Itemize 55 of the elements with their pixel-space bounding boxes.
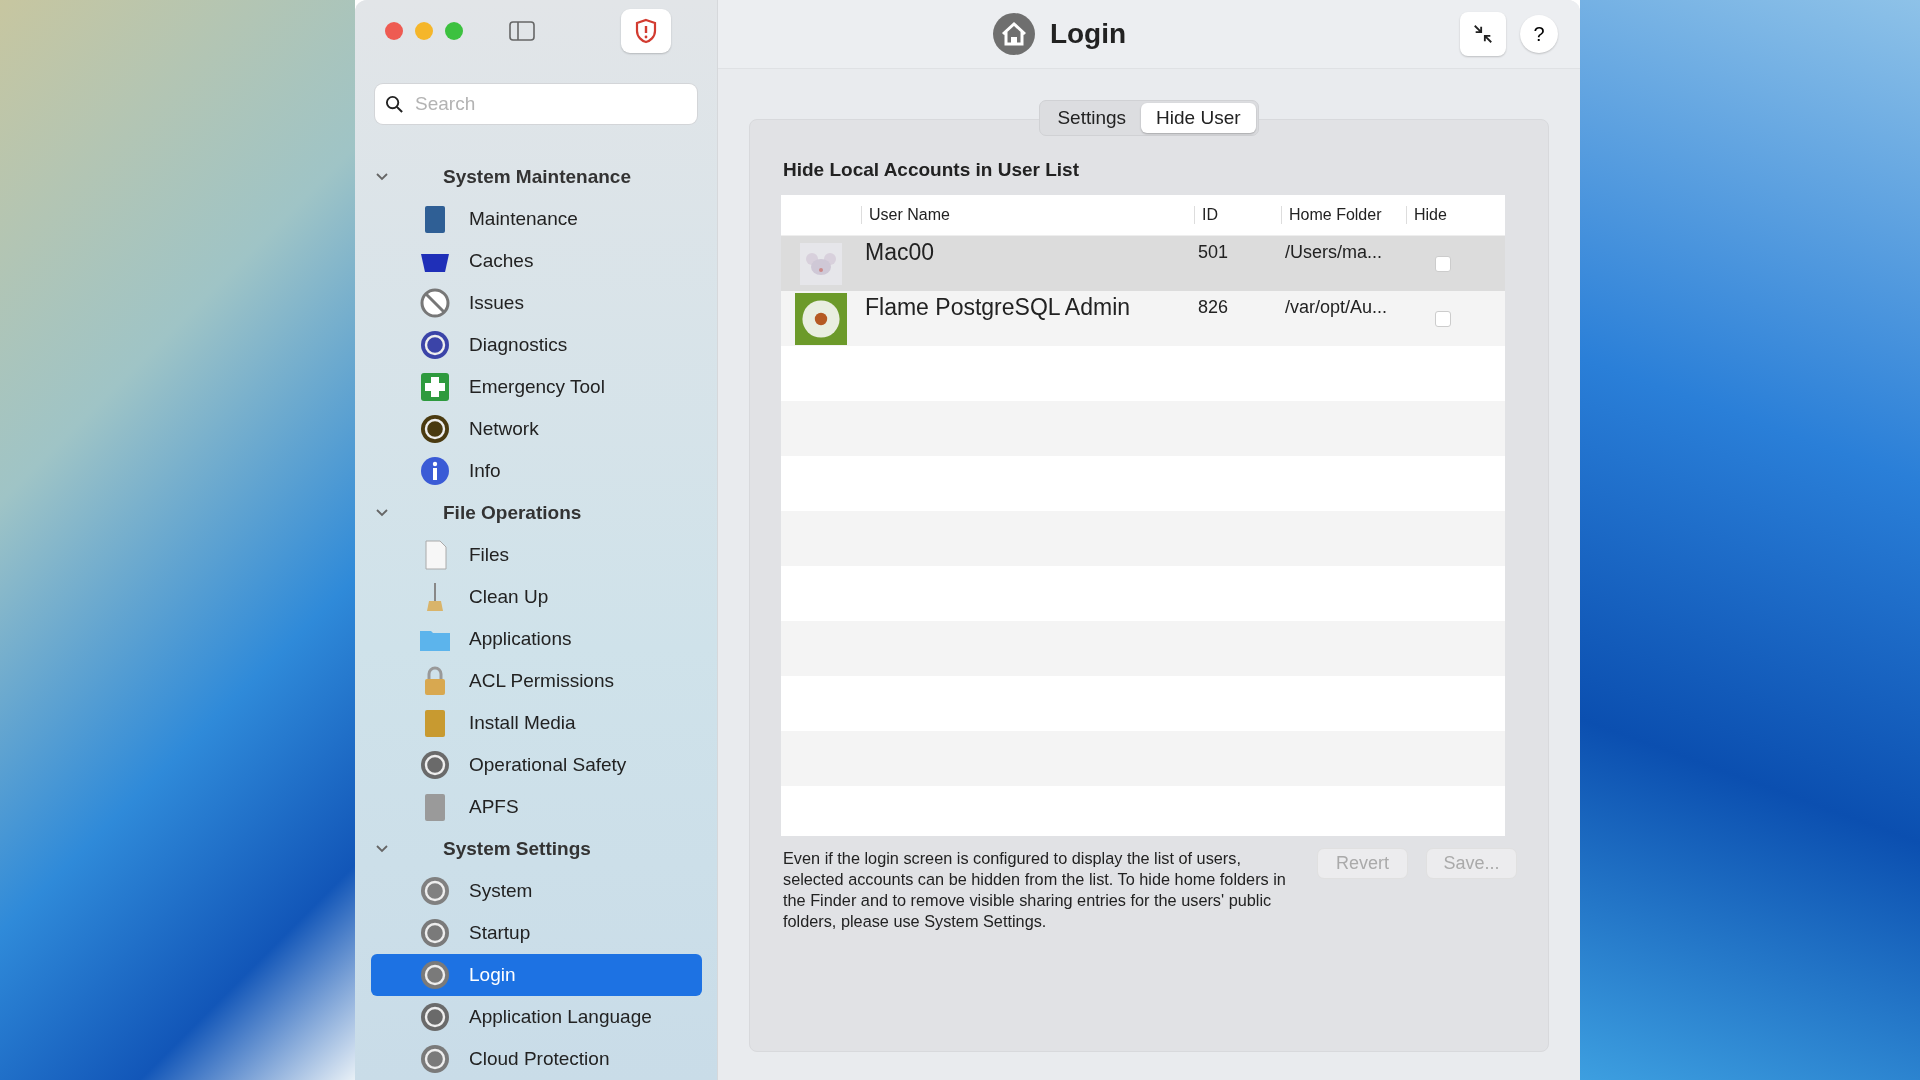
user-name-cell-text: Mac00 [864, 238, 936, 266]
sidebar-item[interactable]: Info [371, 450, 702, 492]
section-heading: Hide Local Accounts in User List [782, 159, 1080, 181]
sidebar-item[interactable]: Issues [371, 282, 702, 324]
sidebar-item[interactable]: Maintenance [371, 198, 702, 240]
sidebar-item[interactable]: Install Media [371, 702, 702, 744]
group-heading: System Settings [443, 838, 591, 860]
chevron-icon[interactable] [375, 844, 389, 854]
window-title: Login [1049, 18, 1127, 50]
sidebar-item[interactable]: Files [371, 534, 702, 576]
sidebar-item[interactable]: Operational Safety [371, 744, 702, 786]
table-row[interactable]: Mac00 501 /Users/ma... [781, 236, 1505, 291]
sidebar-item[interactable]: Cloud Protection [371, 1038, 702, 1080]
sidebar-item[interactable]: Caches [371, 240, 702, 282]
sidebar-item[interactable]: Application Language [371, 996, 702, 1038]
chevron-icon[interactable] [375, 508, 389, 518]
group-heading: File Operations [443, 502, 582, 524]
mouse-avatar-icon [800, 242, 842, 285]
user-name-cell-text: Flame PostgreSQL Admin [864, 293, 1132, 321]
home-folder-cell-text: /var/opt/Au... [1284, 296, 1389, 318]
search-icon [385, 95, 404, 114]
column-header[interactable]: ID [1194, 206, 1281, 224]
id-cell-text: 826 [1197, 296, 1230, 318]
sidebar-item[interactable]: Login [371, 954, 702, 996]
sidebar-item[interactable]: Diagnostics [371, 324, 702, 366]
tab[interactable]: Settings [1042, 103, 1142, 133]
home-folder-cell-text: /Users/ma... [1284, 241, 1383, 263]
help-button[interactable]: ? [1520, 15, 1558, 53]
sidebar-item[interactable]: APFS [371, 786, 702, 828]
group-heading: System Maintenance [443, 166, 631, 188]
sidebar-item[interactable]: ACL Permissions [371, 660, 702, 702]
close-button[interactable] [385, 21, 403, 40]
tab[interactable]: Hide User [1141, 103, 1256, 133]
sidebar-toggle-icon[interactable] [509, 20, 535, 41]
info-icon [419, 455, 451, 487]
column-header[interactable]: User Name [861, 206, 1194, 224]
column-header[interactable]: Home Folder [1281, 206, 1406, 224]
first-aid-icon [419, 371, 451, 403]
search-field[interactable]: Search [375, 84, 697, 124]
sidebar-item[interactable]: System [371, 870, 702, 912]
sidebar-item[interactable]: Emergency Tool [371, 366, 702, 408]
column-header[interactable]: Hide [1406, 206, 1476, 224]
shield-alert-icon [634, 17, 658, 44]
hide-checkbox[interactable] [1435, 311, 1451, 327]
chevron-icon[interactable] [375, 172, 389, 182]
hide-checkbox[interactable] [1435, 256, 1451, 272]
alert-shield-button[interactable] [621, 8, 671, 53]
info-text: Even if the login screen is configured to display the list of users, selected accounts can be hidden from the list. To hide home folders in the Finder and to remove visible sharing entries for the users' public folders, please use System Settings. [782, 848, 1287, 932]
sidebar-item[interactable]: Startup [371, 912, 702, 954]
sidebar-item[interactable]: Clean Up [371, 576, 702, 618]
collapse-button[interactable] [1460, 12, 1506, 56]
collapse-arrows-icon [1472, 23, 1494, 45]
sidebar-item[interactable]: Network [371, 408, 702, 450]
sidebar-item[interactable]: Applications [371, 618, 702, 660]
id-cell-text: 501 [1197, 241, 1230, 263]
